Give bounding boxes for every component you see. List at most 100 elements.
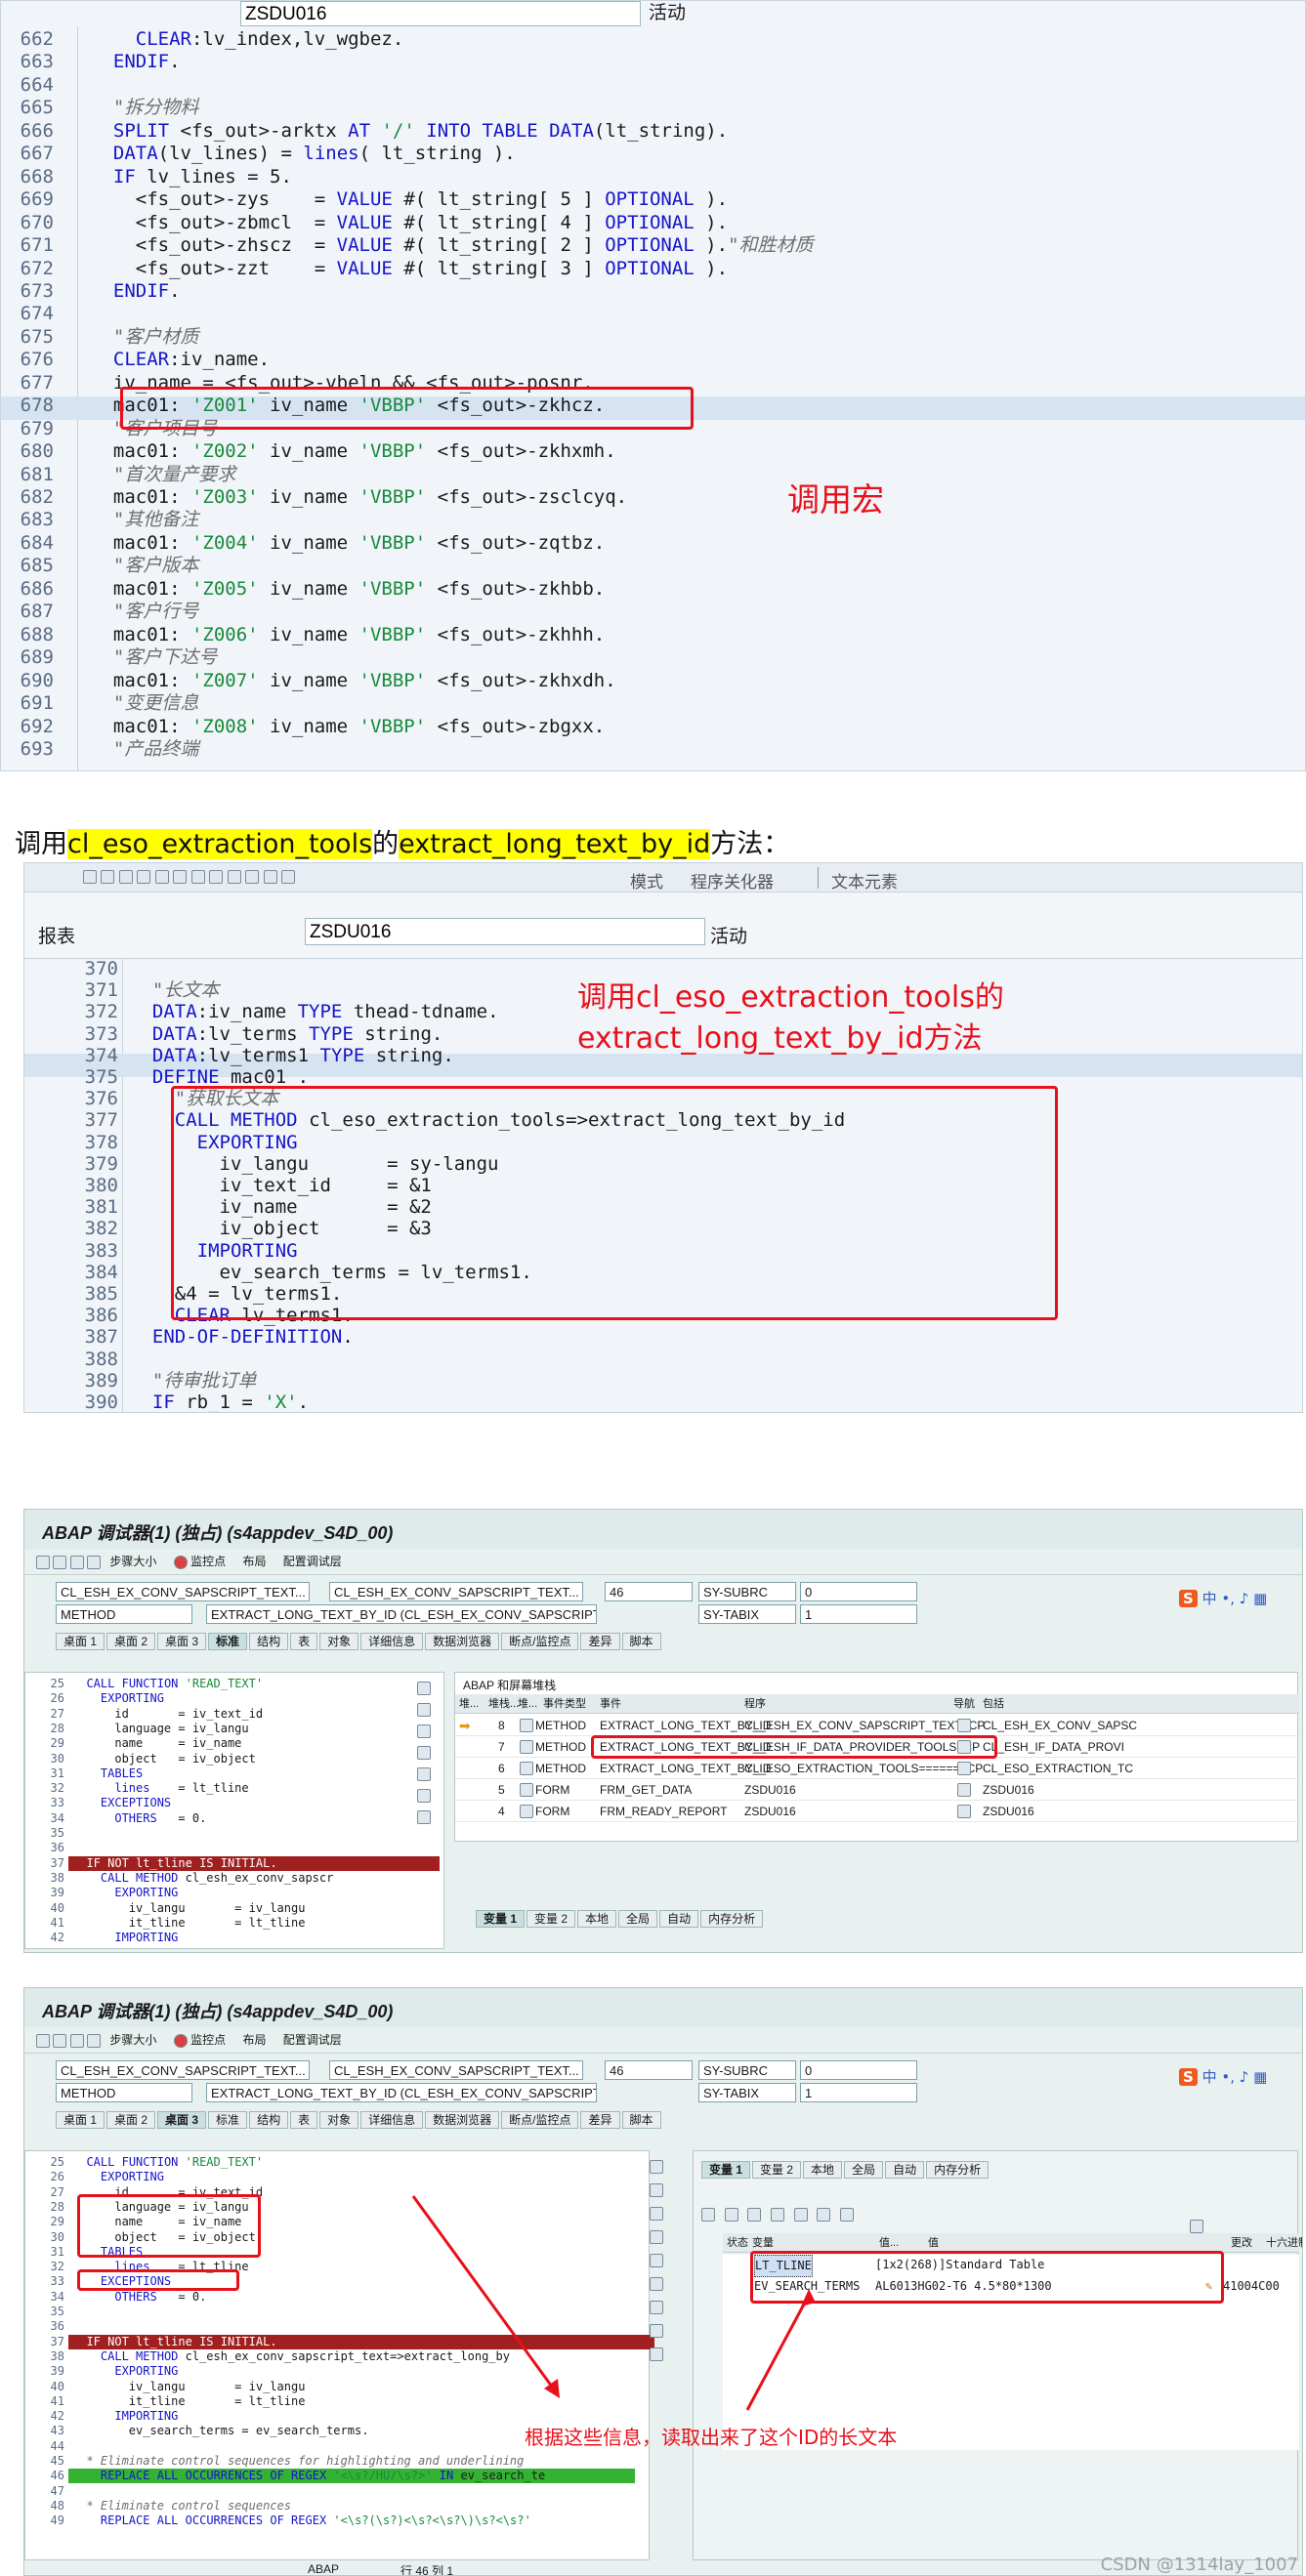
line-number: 380 bbox=[84, 1175, 118, 1196]
tab-0[interactable]: 变量 1 bbox=[476, 1910, 526, 1928]
stack-col-header[interactable]: 堆栈... bbox=[488, 1694, 519, 1715]
toolbar-text-elements-button[interactable]: 文本元素 bbox=[831, 868, 898, 893]
watchpoint-button[interactable]: 监控点 bbox=[190, 1555, 226, 1568]
report-field[interactable]: ZSDU016 bbox=[305, 918, 705, 945]
stack-row[interactable]: ➡ 8 METHOD EXTRACT_LONG_TEXT_BY_ID CL_ESH_EX… bbox=[455, 1716, 1299, 1736]
tab-7[interactable]: 详细信息 bbox=[360, 1633, 424, 1650]
stack-title: ABAP 和屏幕堆栈 bbox=[463, 1679, 557, 1692]
toolbar-icon[interactable] bbox=[154, 870, 169, 884]
tab-6[interactable]: 对象 bbox=[319, 1633, 359, 1650]
code-line: id = iv_text_id bbox=[72, 1706, 264, 1721]
caption-method-name: extract_long_text_by_id bbox=[399, 829, 711, 859]
toolbar-icon[interactable] bbox=[245, 870, 260, 884]
line-number: 36 bbox=[50, 1841, 64, 1855]
stack-col-header[interactable]: 包括 bbox=[983, 1694, 1004, 1715]
tab-2[interactable]: 桌面 3 bbox=[157, 1633, 207, 1650]
tab-11[interactable]: 脚本 bbox=[621, 1633, 661, 1650]
stack-col-header[interactable]: 程序 bbox=[744, 1694, 766, 1715]
toolbar-step-icon[interactable] bbox=[53, 1555, 67, 1569]
tab-4[interactable]: 自动 bbox=[659, 1910, 699, 1928]
stack-cell: CL_ESH_EX_CONV_SAPSCRIPT_TEXT=CP bbox=[744, 1719, 986, 1732]
nav-icon[interactable] bbox=[957, 1783, 971, 1797]
layout-button[interactable]: 布局 bbox=[242, 1555, 266, 1568]
line-field[interactable]: 46 bbox=[605, 1582, 693, 1601]
tab-3[interactable]: 标准 bbox=[208, 1633, 248, 1650]
breakpoint-icon[interactable] bbox=[173, 1555, 188, 1569]
caption-part2: 的 bbox=[372, 829, 400, 859]
caption-part1: 调用 bbox=[15, 829, 67, 859]
program-field[interactable]: CL_ESH_EX_CONV_SAPSCRIPT_TEXT... bbox=[56, 1582, 310, 1601]
stack-col-header[interactable]: 事件 bbox=[600, 1694, 621, 1715]
tab-3[interactable]: 全局 bbox=[618, 1910, 658, 1928]
tab-0[interactable]: 桌面 1 bbox=[56, 1633, 105, 1650]
line-number: 25 bbox=[50, 1677, 64, 1690]
line-number: 28 bbox=[50, 1721, 64, 1735]
tab-1[interactable]: 变量 2 bbox=[527, 1910, 576, 1928]
toolbar-icon[interactable] bbox=[137, 870, 151, 884]
step-size-button[interactable]: 步骤大小 bbox=[109, 1555, 156, 1568]
subrc-value[interactable]: 0 bbox=[800, 1582, 917, 1601]
stack-row[interactable]: 5 FORM FRM_GET_DATA ZSDU016 ZSDU016 bbox=[455, 1780, 1299, 1801]
tab-8[interactable]: 数据浏览器 bbox=[425, 1633, 500, 1650]
report-field-top[interactable]: ZSDU016 bbox=[240, 1, 641, 26]
tab-5[interactable]: 表 bbox=[290, 1633, 318, 1650]
code-line: END-OF-DEFINITION. bbox=[151, 1326, 354, 1349]
debugger-window-1: ABAP 调试器(1) (独占) (s4appdev_S4D_00) 步骤大小 … bbox=[23, 1509, 1303, 1953]
toolbar-icon[interactable] bbox=[227, 870, 241, 884]
stack-col-header[interactable]: 事件类型 bbox=[543, 1694, 586, 1715]
method-call-box bbox=[171, 1086, 1058, 1320]
toolbar-step-icon[interactable] bbox=[69, 1555, 84, 1569]
code-line: IMPORTING bbox=[114, 1931, 179, 1945]
toolbar-icon[interactable] bbox=[173, 870, 188, 884]
nav-icon[interactable] bbox=[957, 1719, 971, 1732]
stack-row-6-box bbox=[591, 1735, 997, 1759]
stack-col-header[interactable]: 堆... bbox=[459, 1694, 479, 1715]
toolbar-icon[interactable] bbox=[209, 870, 224, 884]
line-number: 387 bbox=[84, 1326, 118, 1349]
stack-cell: 7 bbox=[498, 1740, 505, 1754]
stack-row[interactable]: 4 FORM FRM_READY_REPORT ZSDU016 ZSDU016 bbox=[455, 1802, 1299, 1822]
stack-col-header[interactable]: 堆... bbox=[518, 1694, 537, 1715]
line-number: 688 bbox=[20, 623, 54, 645]
caption-part3: 方法： bbox=[710, 829, 790, 859]
toolbar-pattern-button[interactable]: 模式 bbox=[630, 868, 663, 893]
tab-2[interactable]: 本地 bbox=[577, 1910, 617, 1928]
toolbar-step-icon[interactable] bbox=[87, 1555, 102, 1569]
type-field[interactable]: METHOD bbox=[56, 1604, 192, 1624]
stack-row[interactable]: 6 METHOD EXTRACT_LONG_TEXT_BY_ID CL_ESO_EXT… bbox=[455, 1759, 1299, 1779]
program-field-2[interactable]: CL_ESH_EX_CONV_SAPSCRIPT_TEXT... bbox=[329, 1582, 583, 1601]
line-number: 384 bbox=[84, 1261, 118, 1283]
code-line: SPLIT <fs_out>-arktx AT '/' INTO TABLE D… bbox=[112, 119, 729, 142]
toolbar-icon[interactable] bbox=[83, 870, 97, 884]
toolbar-icon[interactable] bbox=[118, 870, 133, 884]
line-number: 692 bbox=[20, 715, 54, 737]
tab-5[interactable]: 内存分析 bbox=[700, 1910, 764, 1928]
method-field[interactable]: EXTRACT_LONG_TEXT_BY_ID (CL_ESH_EX_CONV_… bbox=[206, 1604, 597, 1624]
tab-9[interactable]: 断点/监控点 bbox=[501, 1633, 579, 1650]
toolbar-pretty-printer-button[interactable]: 程序关化器 bbox=[691, 868, 774, 893]
nav-icon[interactable] bbox=[957, 1762, 971, 1775]
stack-cell: 5 bbox=[498, 1783, 505, 1797]
config-layer-button[interactable]: 配置调试层 bbox=[283, 1555, 342, 1568]
stack-pane: ABAP 和屏幕堆栈 堆... 堆栈... 堆... 事件类型 事件 程序 导航 包括 ➡ 8 M… bbox=[454, 1672, 1299, 1842]
code-line: EXPORTING bbox=[100, 1691, 164, 1706]
tab-10[interactable]: 差异 bbox=[580, 1633, 620, 1650]
toolbar-icon[interactable] bbox=[263, 870, 277, 884]
toolbar-icon[interactable] bbox=[280, 870, 295, 884]
toolbar-icon[interactable] bbox=[101, 870, 115, 884]
code-line: <fs_out>-zzt = VALUE #( lt_string[ 3 ] O… bbox=[91, 257, 729, 279]
line-number: 370 bbox=[84, 958, 118, 979]
tab-1[interactable]: 桌面 2 bbox=[106, 1633, 156, 1650]
stack-col-header[interactable]: 导航 bbox=[953, 1694, 975, 1715]
method-icon bbox=[520, 1719, 533, 1732]
toolbar-icon[interactable] bbox=[190, 870, 205, 884]
desktop-tabs: 桌面 1 桌面 2 桌面 3 标准 结构表对象 详细信息 数据浏览器 断点/监控点 差异 脚本 bbox=[56, 1631, 663, 1650]
tab-4[interactable]: 结构 bbox=[249, 1633, 289, 1650]
debugger-titlebar: ABAP 调试器(1) (独占) (s4appdev_S4D_00) bbox=[24, 1510, 1302, 1549]
code-line: IF NOT lt_tline IS INITIAL. bbox=[86, 1855, 277, 1870]
nav-icon[interactable] bbox=[957, 1805, 971, 1818]
arrowhead-2 bbox=[801, 2289, 816, 2306]
code-line: DATA(lv_lines) = lines( lt_string ). bbox=[112, 143, 516, 165]
toolbar-step-icon[interactable] bbox=[36, 1555, 50, 1569]
tabix-value[interactable]: 1 bbox=[800, 1604, 917, 1624]
